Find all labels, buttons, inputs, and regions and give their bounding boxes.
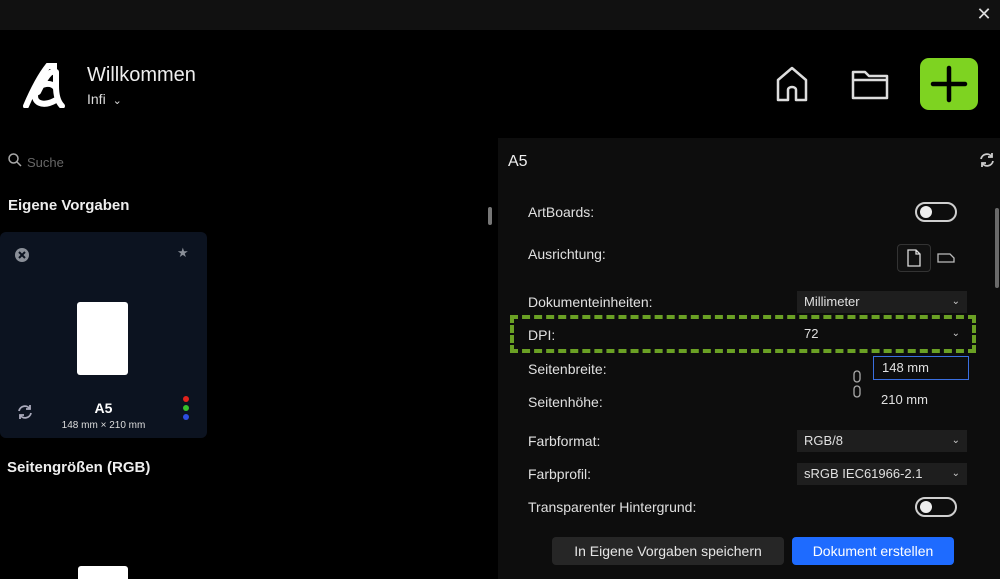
color-dot-blue [183, 414, 189, 420]
page-thumbnail [77, 302, 128, 375]
height-field[interactable]: 210 mm [873, 389, 969, 413]
link-icon[interactable] [852, 370, 862, 398]
units-select[interactable]: Millimeter ⌄ [797, 291, 967, 313]
orientation-label: Ausrichtung: [528, 246, 606, 262]
section-page-sizes: Seitengrößen (RGB) [7, 459, 151, 476]
new-document-button[interactable] [920, 58, 978, 110]
reset-icon[interactable] [978, 151, 996, 169]
folder-icon[interactable] [850, 64, 890, 104]
user-switcher[interactable]: Infi ⌄ [87, 91, 122, 107]
scrollbar-right[interactable] [995, 208, 999, 288]
save-preset-button[interactable]: In Eigene Vorgaben speichern [552, 537, 784, 565]
home-icon[interactable] [772, 64, 812, 104]
create-document-button[interactable]: Dokument erstellen [792, 537, 954, 565]
title-bar [0, 0, 1000, 30]
dpi-highlight-box [510, 315, 976, 353]
color-format-value: RGB/8 [804, 433, 844, 448]
color-dot-red [183, 396, 189, 402]
chevron-down-icon: ⌄ [112, 95, 122, 107]
transparent-label: Transparenter Hintergrund: [528, 499, 697, 515]
section-own-presets: Eigene Vorgaben [8, 197, 130, 214]
portrait-icon [907, 249, 921, 267]
star-icon[interactable]: ★ [177, 245, 189, 261]
affinity-logo [23, 63, 65, 108]
units-value: Millimeter [804, 294, 860, 309]
artboards-label: ArtBoards: [528, 204, 595, 220]
scrollbar-left[interactable] [488, 207, 492, 225]
search-icon [8, 153, 22, 167]
color-dot-green [183, 405, 189, 411]
delete-icon[interactable] [14, 247, 30, 263]
chevron-down-icon: ⌄ [951, 468, 960, 479]
search-input[interactable]: Suche [27, 155, 64, 170]
color-format-label: Farbformat: [528, 433, 601, 449]
preset-size: 148 mm × 210 mm [61, 420, 146, 431]
transparent-toggle[interactable] [915, 497, 957, 517]
color-profile-value: sRGB IEC61966-2.1 [804, 466, 923, 481]
width-field[interactable]: 148 mm [873, 356, 969, 380]
preset-title: A5 [508, 153, 528, 170]
width-label: Seitenbreite: [528, 361, 607, 377]
height-label: Seitenhöhe: [528, 394, 603, 410]
page-thumbnail [78, 566, 128, 579]
color-profile-label: Farbprofil: [528, 466, 592, 482]
preset-name: A5 [94, 400, 113, 416]
plus-icon [930, 65, 968, 103]
chevron-down-icon: ⌄ [951, 296, 960, 307]
close-icon[interactable]: ✕ [972, 2, 996, 26]
artboards-toggle[interactable] [915, 202, 957, 222]
welcome-title: Willkommen [87, 64, 196, 86]
color-format-select[interactable]: RGB/8 ⌄ [797, 430, 967, 452]
units-label: Dokumenteinheiten: [528, 294, 653, 310]
color-profile-select[interactable]: sRGB IEC61966-2.1 ⌄ [797, 463, 967, 485]
landscape-icon[interactable] [936, 248, 958, 266]
chevron-down-icon: ⌄ [951, 435, 960, 446]
user-name: Infi [87, 91, 106, 107]
portrait-button[interactable] [897, 244, 931, 272]
